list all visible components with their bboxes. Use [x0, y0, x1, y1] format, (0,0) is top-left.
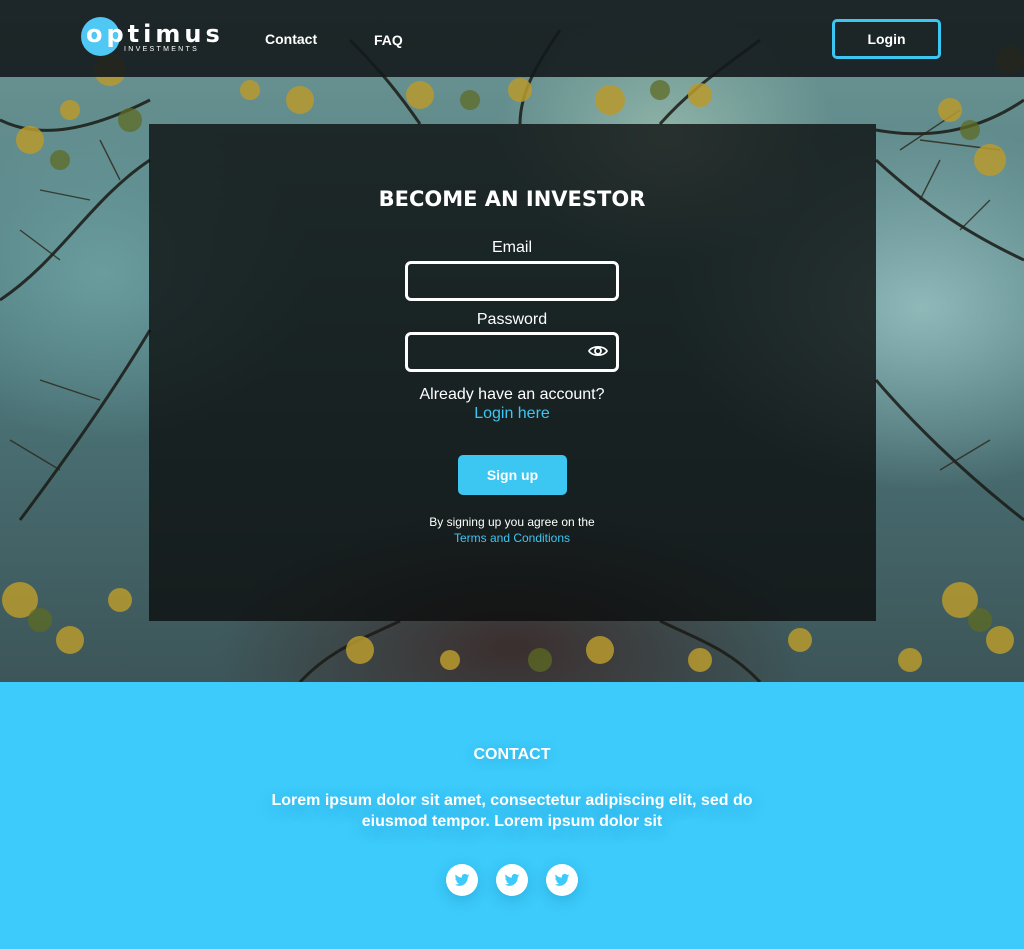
contact-description: Lorem ipsum dolor sit amet, consectetur … — [271, 792, 753, 830]
already-account-text: Already have an account? — [419, 386, 605, 403]
twitter-icon — [504, 873, 520, 886]
terms-notice: By signing up you agree on the — [429, 515, 595, 529]
terms-and-conditions-link[interactable]: Terms and Conditions — [0, 530, 1024, 546]
nav-link-faq[interactable]: FAQ — [374, 31, 403, 49]
social-twitter-button-3[interactable] — [546, 864, 578, 896]
contact-title: CONTACT — [473, 746, 551, 763]
header-login-button[interactable]: Login — [832, 19, 941, 59]
social-twitter-button-1[interactable] — [446, 864, 478, 896]
contact-section: CONTACT Lorem ipsum dolor sit amet, cons… — [0, 682, 1024, 949]
twitter-icon — [454, 873, 470, 886]
email-field[interactable] — [405, 261, 619, 301]
social-twitter-button-2[interactable] — [496, 864, 528, 896]
login-here-link[interactable]: Login here — [0, 404, 1024, 423]
sign-up-button[interactable]: Sign up — [458, 455, 567, 495]
logo-tagline: INVESTMENTS — [124, 46, 200, 53]
top-navbar: optimus INVESTMENTS Contact FAQ Login — [0, 0, 1024, 77]
password-label: Password — [476, 311, 548, 328]
optimus-logo[interactable]: optimus INVESTMENTS — [81, 17, 220, 57]
eye-icon[interactable] — [587, 342, 609, 360]
email-label: Email — [491, 239, 532, 256]
signup-title: BECOME AN INVESTOR — [378, 187, 646, 211]
twitter-icon — [554, 873, 570, 886]
logo-wordmark: optimus — [86, 20, 224, 48]
nav-link-contact[interactable]: Contact — [265, 30, 317, 48]
